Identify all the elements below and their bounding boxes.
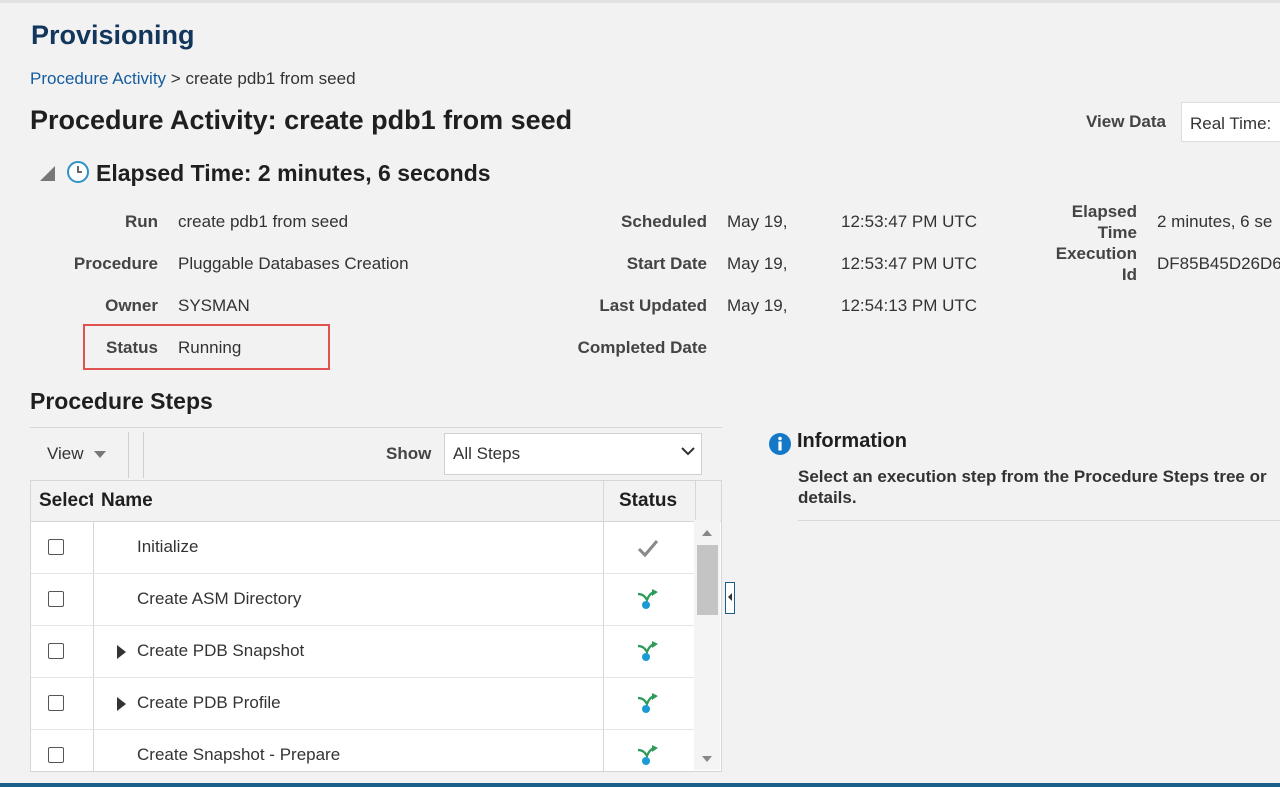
elapsed-time-label-1: Elapsed [1071,202,1137,221]
scheduled-time: 12:53:47 PM UTC [841,212,978,231]
show-label: Show [386,444,432,463]
step-name[interactable]: Create Snapshot - Prepare [137,745,340,765]
table-row[interactable]: Initialize [31,522,695,574]
column-header-name[interactable]: Name [101,490,153,512]
elapsed-time-label-2: Time [1097,223,1137,242]
expand-triangle-icon[interactable] [117,645,126,659]
completed-date-label: Completed Date [577,338,707,357]
table-header: Select Name Status [31,481,721,522]
divider [30,427,722,428]
scroll-down-icon[interactable] [702,756,712,762]
collapse-left-icon[interactable] [728,593,732,601]
start-date-label: Start Date [626,254,707,273]
row-checkbox[interactable] [48,643,64,659]
breadcrumb-link-procedure-activity[interactable]: Procedure Activity [30,69,166,88]
show-select-value[interactable]: All Steps [453,444,520,464]
execution-id-label-2: Id [1121,265,1137,284]
start-date: May 19, [727,254,788,273]
running-icon [637,589,658,609]
breadcrumb-separator: > [166,69,186,88]
running-icon [637,745,658,765]
procedure-label: Procedure [73,254,158,273]
row-checkbox[interactable] [48,539,64,555]
information-text: Select an execution step from the Proced… [798,467,1267,507]
view-data-select[interactable]: Real Time: [1181,102,1280,142]
procedure-steps-table: Select Name Status Initialize Create ASM… [30,480,722,772]
scrollbar-thumb[interactable] [697,545,718,615]
top-border [0,0,1280,3]
clock-icon [67,161,89,183]
scheduled-date: May 19, [727,212,788,231]
table-row[interactable]: Create PDB Snapshot [31,626,695,678]
bottom-border [0,783,1280,787]
info-icon [769,433,791,455]
page-title: Procedure Activity: create pdb1 from see… [30,105,573,135]
running-icon [637,641,658,661]
run-label: Run [124,212,158,231]
toolbar-separator [128,432,129,478]
view-data-label: View Data [1086,112,1167,131]
table-row[interactable]: Create PDB Profile [31,678,695,730]
column-header-select[interactable]: Select [39,490,93,512]
information-heading: Information [797,430,907,452]
procedure-steps-heading: Procedure Steps [30,388,213,414]
view-menu-button[interactable]: View [47,444,84,464]
execution-id-value: DF85B45D26D6 [1157,254,1280,273]
divider [798,520,1280,521]
owner-label: Owner [105,296,158,315]
step-name[interactable]: Create ASM Directory [137,589,301,609]
table-row[interactable]: Create ASM Directory [31,574,695,626]
step-name[interactable]: Create PDB Snapshot [137,641,304,661]
chevron-down-icon[interactable] [681,447,695,456]
breadcrumb: Procedure Activity > create pdb1 from se… [30,69,356,89]
column-header-status[interactable]: Status [619,490,677,512]
row-checkbox[interactable] [48,591,64,607]
table-row[interactable]: Create Snapshot - Prepare [31,730,695,771]
page-header: Provisioning [31,20,195,50]
last-updated-date: May 19, [727,296,788,315]
execution-id-label-1: Execution [1055,244,1137,263]
dropdown-arrow-icon[interactable] [94,451,106,458]
step-name[interactable]: Create PDB Profile [137,693,281,713]
collapse-triangle-icon[interactable] [40,166,55,181]
run-value: create pdb1 from seed [178,212,349,231]
toolbar-separator [143,432,144,478]
row-checkbox[interactable] [48,695,64,711]
scroll-up-icon[interactable] [702,530,712,536]
status-highlight-box [83,324,330,370]
last-updated-time: 12:54:13 PM UTC [841,296,978,315]
row-checkbox[interactable] [48,747,64,763]
column-divider [695,481,696,521]
scheduled-label: Scheduled [621,212,707,231]
owner-value: SYSMAN [178,296,250,315]
check-icon [637,540,659,558]
procedure-value: Pluggable Databases Creation [178,254,409,273]
expand-triangle-icon[interactable] [117,697,126,711]
start-time: 12:53:47 PM UTC [841,254,978,273]
elapsed-time-heading: Elapsed Time: 2 minutes, 6 seconds [96,160,491,186]
running-icon [637,693,658,713]
breadcrumb-current: create pdb1 from seed [185,69,356,88]
last-updated-label: Last Updated [599,296,707,315]
elapsed-time-value: 2 minutes, 6 se [1157,212,1273,231]
step-name[interactable]: Initialize [137,537,198,557]
